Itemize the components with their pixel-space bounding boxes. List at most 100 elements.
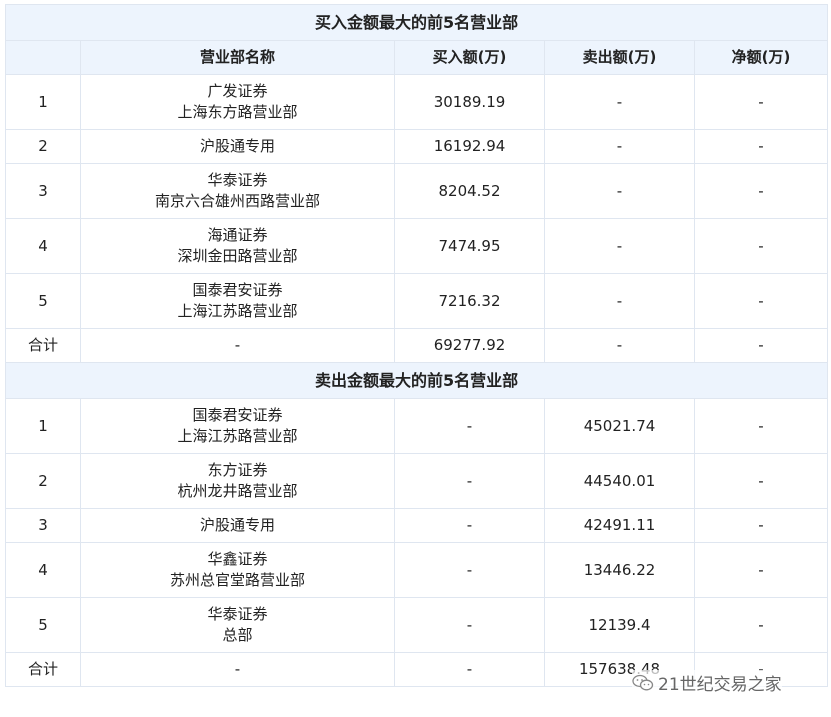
table-row: 3 沪股通专用 - 42491.11 - xyxy=(5,508,829,543)
buy-amount-cell: - xyxy=(394,652,545,687)
rank-cell: 5 xyxy=(5,273,81,329)
dragon-tiger-table: 买入金额最大的前5名营业部 营业部名称 买入额(万) 卖出额(万) 净额(万) … xyxy=(4,4,829,687)
broker-name: 沪股通专用 xyxy=(199,516,275,534)
header-rank xyxy=(5,40,81,75)
branch-name: 总部 xyxy=(222,626,253,644)
rank-cell: 1 xyxy=(5,398,81,454)
broker-name: 华泰证券 xyxy=(207,605,268,623)
total-label: 合计 xyxy=(5,652,81,687)
net-amount-cell: - xyxy=(693,328,829,363)
total-label: 合计 xyxy=(5,328,81,363)
branch-name: 深圳金田路营业部 xyxy=(177,247,298,265)
net-amount-cell: - xyxy=(693,597,829,653)
broker-name: 华鑫证券 xyxy=(207,550,268,568)
net-amount-cell: - xyxy=(693,542,829,598)
branch-name-cell: 华鑫证券苏州总官堂路营业部 xyxy=(80,542,395,598)
branch-name-cell: - xyxy=(80,652,395,687)
broker-name: 国泰君安证券 xyxy=(192,406,283,424)
table-row: 4 华鑫证券苏州总官堂路营业部 - 13446.22 - xyxy=(5,542,829,598)
net-amount-cell: - xyxy=(693,273,829,329)
sell-section-title: 卖出金额最大的前5名营业部 xyxy=(4,362,829,399)
rank-cell: 2 xyxy=(5,129,81,164)
net-amount-cell: - xyxy=(693,163,829,219)
buy-amount-cell: - xyxy=(394,453,545,509)
net-amount-cell: - xyxy=(693,74,829,130)
branch-name-cell: 华泰证券 总部 xyxy=(80,597,395,653)
buy-amount-cell: - xyxy=(394,508,545,543)
rank-cell: 3 xyxy=(5,508,81,543)
broker-name: 国泰君安证券 xyxy=(192,281,283,299)
branch-name-cell: 海通证券深圳金田路营业部 xyxy=(80,218,395,274)
broker-name: 沪股通专用 xyxy=(199,137,275,155)
branch-name: 南京六合雄州西路营业部 xyxy=(154,192,320,210)
branch-name: 上海江苏路营业部 xyxy=(177,302,298,320)
sell-amount-cell: 13446.22 xyxy=(544,542,695,598)
branch-name: 上海东方路营业部 xyxy=(177,103,298,121)
branch-name-cell: 广发证券上海东方路营业部 xyxy=(80,74,395,130)
table-row: 4 海通证券深圳金田路营业部 7474.95 - - xyxy=(5,218,829,274)
rank-cell: 1 xyxy=(5,74,81,130)
branch-name: 杭州龙井路营业部 xyxy=(177,482,298,500)
buy-amount-cell: - xyxy=(394,398,545,454)
branch-name: 苏州总官堂路营业部 xyxy=(169,571,305,589)
branch-name-cell: 沪股通专用 xyxy=(80,508,395,543)
sell-amount-cell: - xyxy=(544,328,695,363)
buy-amount-cell: 8204.52 xyxy=(394,163,545,219)
buy-amount-cell: 7474.95 xyxy=(394,218,545,274)
header-net-amount: 净额(万) xyxy=(693,40,829,75)
table-row: 2 东方证券 杭州龙井路营业部 - 44540.01 - xyxy=(5,453,829,509)
table-row: 2 沪股通专用 16192.94 - - xyxy=(5,129,829,164)
branch-name-cell: 国泰君安证券 上海江苏路营业部 xyxy=(80,273,395,329)
table-row: 5 国泰君安证券 上海江苏路营业部 7216.32 - - xyxy=(5,273,829,329)
rank-cell: 4 xyxy=(5,218,81,274)
broker-name: 广发证券 xyxy=(207,82,268,100)
buy-amount-cell: 69277.92 xyxy=(394,328,545,363)
net-amount-cell: - xyxy=(693,398,829,454)
branch-name: 上海江苏路营业部 xyxy=(177,427,298,445)
wechat-icon xyxy=(632,674,654,690)
broker-name: 华泰证券 xyxy=(207,171,268,189)
buy-amount-cell: - xyxy=(394,597,545,653)
buy-amount-cell: 16192.94 xyxy=(394,129,545,164)
net-amount-cell: - xyxy=(693,453,829,509)
header-row: 营业部名称 买入额(万) 卖出额(万) 净额(万) xyxy=(5,40,829,75)
table-row: 5 华泰证券总部 - 12139.4 - xyxy=(5,597,829,653)
table-row: 3 华泰证券南京六合雄州西路营业部 8204.52 - - xyxy=(5,163,829,219)
watermark-text: 21世纪交易之家 xyxy=(658,675,782,695)
branch-name-cell: 沪股通专用 xyxy=(80,129,395,164)
sell-amount-cell: 12139.4 xyxy=(544,597,695,653)
buy-section-title: 买入金额最大的前5名营业部 xyxy=(4,4,829,41)
sell-amount-cell: 45021.74 xyxy=(544,398,695,454)
broker-name: 东方证券 xyxy=(207,461,268,479)
header-branch-name: 营业部名称 xyxy=(80,40,395,75)
branch-name-cell: 东方证券杭州龙井路营业部 xyxy=(80,453,395,509)
branch-name-cell: 华泰证券南京六合雄州西路营业部 xyxy=(80,163,395,219)
sell-amount-cell: - xyxy=(544,74,695,130)
header-sell-amount: 卖出额(万) xyxy=(544,40,695,75)
net-amount-cell: - xyxy=(693,218,829,274)
sell-amount-cell: - xyxy=(544,218,695,274)
buy-amount-cell: 30189.19 xyxy=(394,74,545,130)
sell-amount-cell: - xyxy=(544,163,695,219)
rank-cell: 5 xyxy=(5,597,81,653)
rank-cell: 4 xyxy=(5,542,81,598)
header-buy-amount: 买入额(万) xyxy=(394,40,545,75)
sell-amount-cell: 42491.11 xyxy=(544,508,695,543)
rank-cell: 3 xyxy=(5,163,81,219)
watermark: 21世纪交易之家 xyxy=(632,670,782,695)
net-amount-cell: - xyxy=(693,508,829,543)
total-row: 合计 - 69277.92 - - xyxy=(5,328,829,363)
buy-amount-cell: - xyxy=(394,542,545,598)
branch-name-cell: - xyxy=(80,328,395,363)
net-amount-cell: - xyxy=(693,129,829,164)
buy-section-title-row: 买入金额最大的前5名营业部 xyxy=(4,4,829,41)
sell-amount-cell: - xyxy=(544,129,695,164)
buy-amount-cell: 7216.32 xyxy=(394,273,545,329)
sell-amount-cell: - xyxy=(544,273,695,329)
branch-name-cell: 国泰君安证券 上海江苏路营业部 xyxy=(80,398,395,454)
table-row: 1 国泰君安证券 上海江苏路营业部 - 45021.74 - xyxy=(5,398,829,454)
sell-amount-cell: 44540.01 xyxy=(544,453,695,509)
sell-section-title-row: 卖出金额最大的前5名营业部 xyxy=(4,362,829,399)
table-row: 1 广发证券上海东方路营业部 30189.19 - - xyxy=(5,74,829,130)
broker-name: 海通证券 xyxy=(207,226,268,244)
